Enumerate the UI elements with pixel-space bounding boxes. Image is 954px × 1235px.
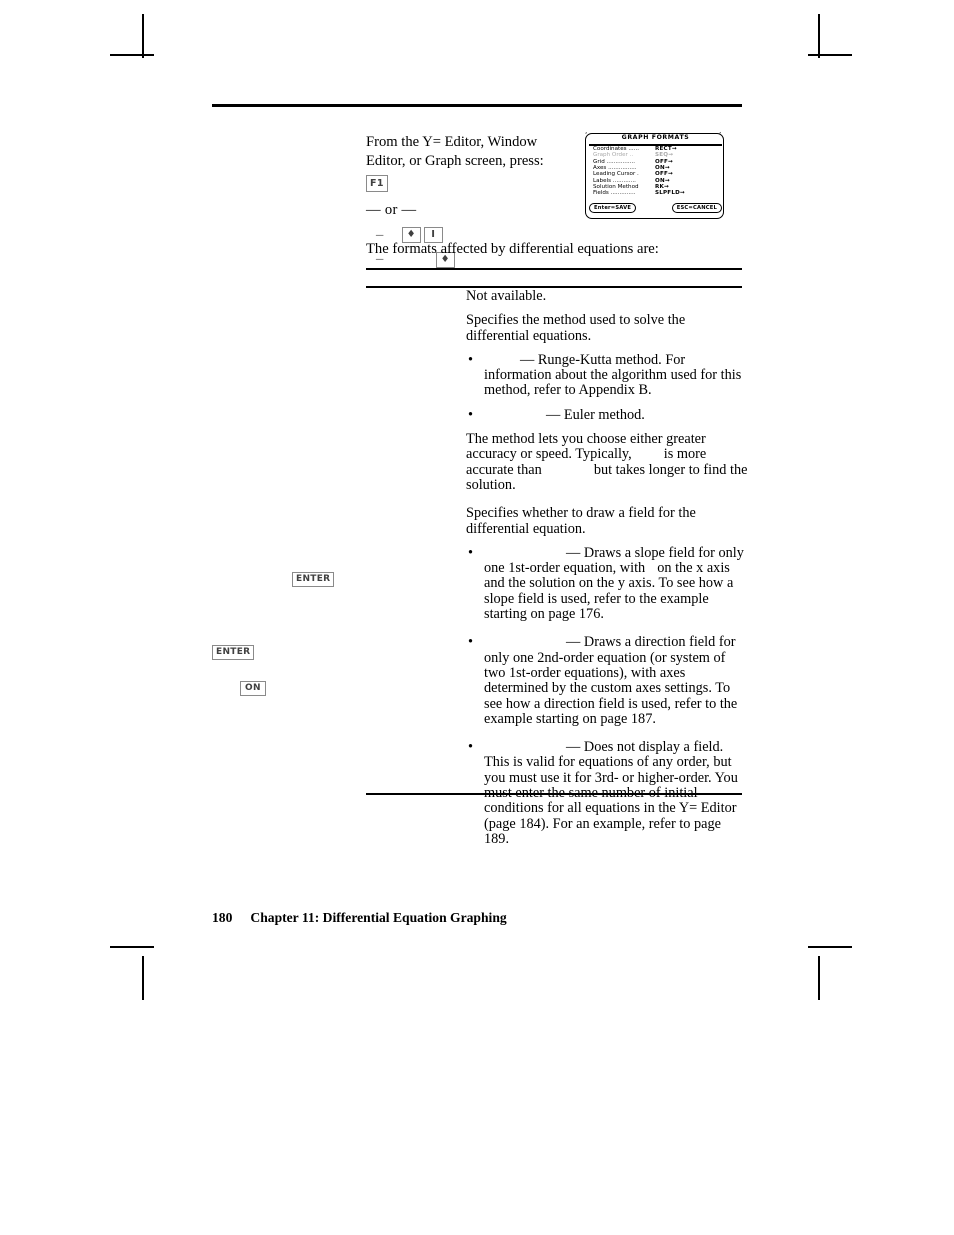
bullet-dirfld-text: — Draws a direction field for only one 2… (484, 634, 738, 727)
para-solution-method-intro: Specifies the method used to solve the d… (466, 312, 686, 344)
crop-mark-top-left-horizontal (110, 54, 154, 56)
crop-mark-bottom-left-horizontal (110, 946, 154, 948)
lcd-option-list: Coordinates ...... RECT→ Graph Order .. … (593, 146, 721, 197)
calculator-screen-graph-formats: ‘ ’ GRAPH FORMATS Coordinates ...... REC… (583, 131, 728, 222)
bullet-dot-icon-2: • (468, 406, 474, 423)
lcd-title: GRAPH FORMATS (621, 134, 690, 141)
bullet-fldoff-text: — Does not display a field. This is vali… (484, 739, 738, 847)
footer-page-number: 180 (212, 910, 233, 925)
crop-mark-bottom-left-vertical (142, 956, 144, 1000)
f1-key-icon[interactable]: F1 (366, 175, 388, 192)
bullet-dot-icon-4: • (468, 634, 474, 651)
crop-mark-bottom-right-horizontal (808, 946, 852, 948)
lcd-row-fields[interactable]: Fields .............. SLPFLD→ (593, 190, 721, 196)
bullet-slpfld: • — Draws a slope field for only one 1st… (466, 544, 748, 622)
lcd-value-fields: SLPFLD→ (655, 190, 685, 197)
lcd-save-button[interactable]: Enter=SAVE (589, 203, 637, 213)
bullet-dot-icon-5: • (468, 739, 474, 756)
bullet-dot-icon: • (468, 351, 474, 368)
crop-mark-top-right-horizontal (808, 54, 852, 56)
bullet-dot-icon-3: • (468, 544, 474, 561)
table-rule-top (366, 268, 742, 270)
or-separator: — or — (366, 202, 417, 219)
para-not-available: Not available. (466, 288, 547, 304)
enter-key-icon-upper[interactable]: ENTER (292, 572, 335, 587)
bullet-runge-kutta: • — Runge-Kutta method. For information … (466, 351, 748, 399)
bullet-euler-text: — Euler method. (546, 406, 645, 423)
crop-mark-top-left-vertical (142, 14, 144, 58)
bullet-euler: • — Euler method. (466, 406, 748, 423)
header-rule (212, 104, 742, 107)
lcd-label-fields: Fields .............. (593, 190, 636, 197)
crop-mark-top-right-vertical (818, 14, 820, 58)
table-body-column: Not available. Specifies the method used… (466, 288, 748, 856)
bullet-dirfld: • — Draws a direction field for only one… (466, 635, 748, 727)
para-method-note: The method lets you choose either greate… (466, 431, 748, 493)
lcd-cancel-button[interactable]: ESC=CANCEL (671, 203, 722, 213)
intro-line-1: From the Y= Editor, Window (366, 134, 538, 150)
footer-chapter-title: Chapter 11: Differential Equation Graphi… (250, 910, 507, 925)
lcd-button-bar: Enter=SAVE ESC=CANCEL (589, 203, 722, 213)
para-fields-intro: Specifies whether to draw a field for th… (466, 505, 696, 537)
bullet-runge-kutta-text: — Runge-Kutta method. For information ab… (484, 351, 742, 399)
document-page: From the Y= Editor, Window Editor, or Gr… (0, 0, 954, 1235)
bullet-fldoff: • — Does not display a field. This is va… (466, 739, 748, 847)
intro-key-f1-row: F1 (366, 174, 566, 193)
leadin-sentence: The formats affected by differential equ… (366, 241, 659, 257)
enter-key-icon-lower[interactable]: ENTER (212, 645, 255, 660)
crop-mark-bottom-right-vertical (818, 956, 820, 1000)
on-key-icon[interactable]: ON (240, 681, 266, 696)
intro-line-2: Editor, or Graph screen, press: (366, 153, 544, 170)
page-footer: 180 Chapter 11: Differential Equation Gra… (212, 910, 507, 926)
